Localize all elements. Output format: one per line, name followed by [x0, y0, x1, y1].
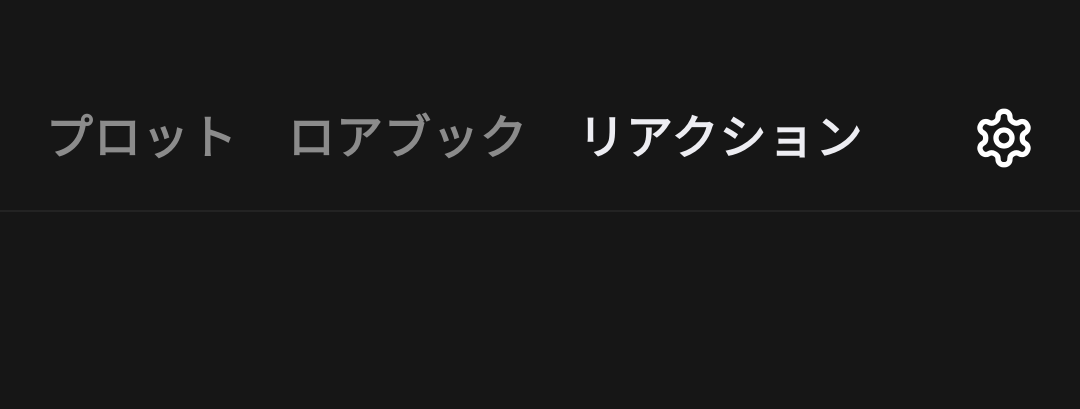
settings-button[interactable]	[968, 106, 1040, 170]
tab-list: プロット ロアブック リアクション	[46, 104, 864, 174]
tab-plot[interactable]: プロット	[46, 104, 238, 174]
tab-lorebook[interactable]: ロアブック	[288, 104, 528, 174]
tab-bar: プロット ロアブック リアクション	[0, 0, 1080, 212]
gear-icon	[972, 106, 1036, 170]
tab-reaction[interactable]: リアクション	[578, 104, 864, 174]
